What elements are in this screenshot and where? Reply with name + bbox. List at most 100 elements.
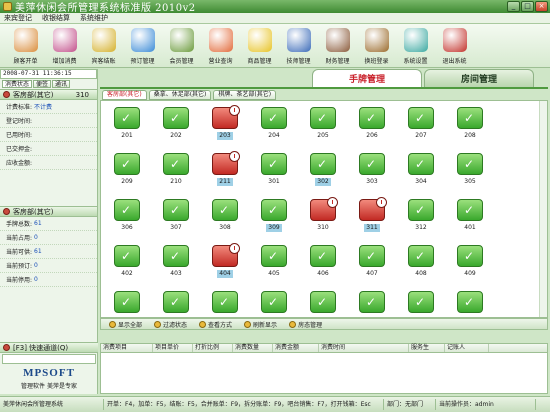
room-tile[interactable]: ✓ 304: [397, 151, 445, 191]
available-room-icon: ✓: [212, 291, 238, 313]
menu-item-maintenance[interactable]: 系统维护: [80, 13, 108, 23]
shift-icon: [364, 28, 389, 52]
room-tile[interactable]: ✓ 407: [348, 243, 396, 283]
tab-dept-sauna[interactable]: 桑拿、休足部(其它): [148, 90, 212, 100]
room-tile[interactable]: ✓ 208: [446, 105, 494, 145]
action-button[interactable]: 显示全部: [109, 320, 142, 329]
room-tile[interactable]: ✓: [201, 289, 249, 317]
room-tile[interactable]: ✓ 201: [103, 105, 151, 145]
action-button[interactable]: 查看方式: [199, 320, 232, 329]
toolbar-button-finance[interactable]: 财务管理: [318, 24, 357, 67]
occupied-room-icon: [212, 243, 240, 267]
toolbar-button-exit[interactable]: 退出系统: [435, 24, 474, 67]
available-room-icon: ✓: [114, 107, 140, 129]
room-tile[interactable]: ✓ 302: [299, 151, 347, 191]
tab-contacts[interactable]: 通讯: [52, 80, 71, 88]
tab-room-management[interactable]: 房间管理: [424, 69, 534, 87]
room-tile[interactable]: ✓: [250, 289, 298, 317]
toolbar-button-shift[interactable]: 换班登录: [357, 24, 396, 67]
room-tile[interactable]: 404: [201, 243, 249, 283]
tab-consumption-status[interactable]: 消费状态: [2, 80, 33, 88]
column-header[interactable]: 项目单价: [153, 344, 193, 352]
room-tile[interactable]: ✓ 406: [299, 243, 347, 283]
toolbar-button-customer[interactable]: 顾客开单: [6, 24, 45, 67]
room-tile[interactable]: ✓ 307: [152, 197, 200, 237]
check-icon: ✓: [317, 111, 328, 125]
room-tile[interactable]: ✓: [348, 289, 396, 317]
toolbar-button-clock[interactable]: 预订管理: [123, 24, 162, 67]
room-tile[interactable]: ✓ 408: [397, 243, 445, 283]
menu-item-checkin[interactable]: 来宾登记: [4, 13, 32, 23]
check-icon: ✓: [170, 295, 181, 309]
room-tile[interactable]: ✓ 207: [397, 105, 445, 145]
department-tabs: 客房部(其它) 桑拿、休足部(其它) 棋牌、茶艺部(其它): [100, 90, 277, 100]
column-header[interactable]: 消费时间: [319, 344, 409, 352]
room-tile[interactable]: ✓ 405: [250, 243, 298, 283]
room-tile[interactable]: ✓: [299, 289, 347, 317]
room-tile[interactable]: ✓ 205: [299, 105, 347, 145]
field-row: 登记时间:: [0, 114, 97, 128]
room-tile[interactable]: ✓ 409: [446, 243, 494, 283]
room-tile[interactable]: ✓ 204: [250, 105, 298, 145]
action-button[interactable]: 过滤状态: [154, 320, 187, 329]
column-header[interactable]: 打折比例: [193, 344, 233, 352]
room-tile[interactable]: ✓ 312: [397, 197, 445, 237]
available-room-icon: ✓: [359, 153, 385, 175]
room-tile[interactable]: ✓ 309: [250, 197, 298, 237]
room-tile[interactable]: ✓ 402: [103, 243, 151, 283]
tab-notes[interactable]: 便签: [33, 80, 52, 88]
room-tile[interactable]: 211: [201, 151, 249, 191]
room-tile[interactable]: ✓ 303: [348, 151, 396, 191]
column-header[interactable]: 服务生: [409, 344, 445, 352]
menu-item-billing[interactable]: 收银结算: [42, 13, 70, 23]
toolbar-button-checkout[interactable]: 宾客结账: [84, 24, 123, 67]
room-tile[interactable]: ✓ 308: [201, 197, 249, 237]
tab-hand-card[interactable]: 手牌管理: [312, 69, 422, 87]
toolbar-button-add-consumption[interactable]: 增加消费: [45, 24, 84, 67]
quick-channel-header[interactable]: [F3] 快速通道(Q): [0, 342, 98, 353]
column-header[interactable]: 消费金额: [273, 344, 319, 352]
room-tile[interactable]: ✓: [152, 289, 200, 317]
room-tile[interactable]: ✓ 202: [152, 105, 200, 145]
toolbar-button-star[interactable]: 商品管理: [240, 24, 279, 67]
room-tile[interactable]: ✓ 305: [446, 151, 494, 191]
maximize-button[interactable]: □: [521, 1, 534, 12]
toolbar-button-technician[interactable]: 技师管理: [279, 24, 318, 67]
check-icon: ✓: [121, 111, 132, 125]
toolbar-button-gear[interactable]: 系统设置: [396, 24, 435, 67]
room-tile[interactable]: ✓ 206: [348, 105, 396, 145]
available-room-icon: ✓: [261, 291, 287, 313]
toolbar-button-members[interactable]: 会员管理: [162, 24, 201, 67]
minimize-button[interactable]: _: [507, 1, 520, 12]
field-row: 当前占用: 0: [0, 231, 97, 245]
room-tile[interactable]: ✓ 209: [103, 151, 151, 191]
check-icon: ✓: [366, 249, 377, 263]
action-button[interactable]: 刷新显示: [244, 320, 277, 329]
room-tile[interactable]: 311: [348, 197, 396, 237]
room-tile[interactable]: ✓ 210: [152, 151, 200, 191]
room-grid-scrollbar[interactable]: [539, 101, 547, 317]
room-section-count: 310: [75, 90, 89, 99]
toolbar-button-query[interactable]: 营业查询: [201, 24, 240, 67]
finance-icon: [325, 28, 350, 52]
close-button[interactable]: ×: [535, 1, 548, 12]
stats-fields: 手牌总数: 61 当前占用: 0 当前可供: 61 当前预订: 0 当前停用: 0: [0, 217, 97, 287]
quick-channel-input[interactable]: [2, 354, 96, 364]
room-tile[interactable]: 203: [201, 105, 249, 145]
left-tabs: 消费状态 便签 通讯: [0, 79, 97, 89]
occupied-room-icon: [212, 105, 240, 129]
room-tile[interactable]: ✓ 306: [103, 197, 151, 237]
room-tile[interactable]: ✓: [446, 289, 494, 317]
action-button[interactable]: 房态管理: [289, 320, 322, 329]
tab-dept-chess-tea[interactable]: 棋牌、茶艺部(其它): [213, 90, 277, 100]
tab-dept-rooms[interactable]: 客房部(其它): [102, 90, 147, 100]
room-tile[interactable]: 310: [299, 197, 347, 237]
room-tile[interactable]: ✓ 403: [152, 243, 200, 283]
room-tile[interactable]: ✓: [397, 289, 445, 317]
room-tile[interactable]: ✓: [103, 289, 151, 317]
room-tile[interactable]: ✓ 301: [250, 151, 298, 191]
room-tile[interactable]: ✓ 401: [446, 197, 494, 237]
column-header[interactable]: 消费项目: [101, 344, 153, 352]
column-header[interactable]: 消费数量: [233, 344, 273, 352]
column-header[interactable]: 记账人: [445, 344, 489, 352]
